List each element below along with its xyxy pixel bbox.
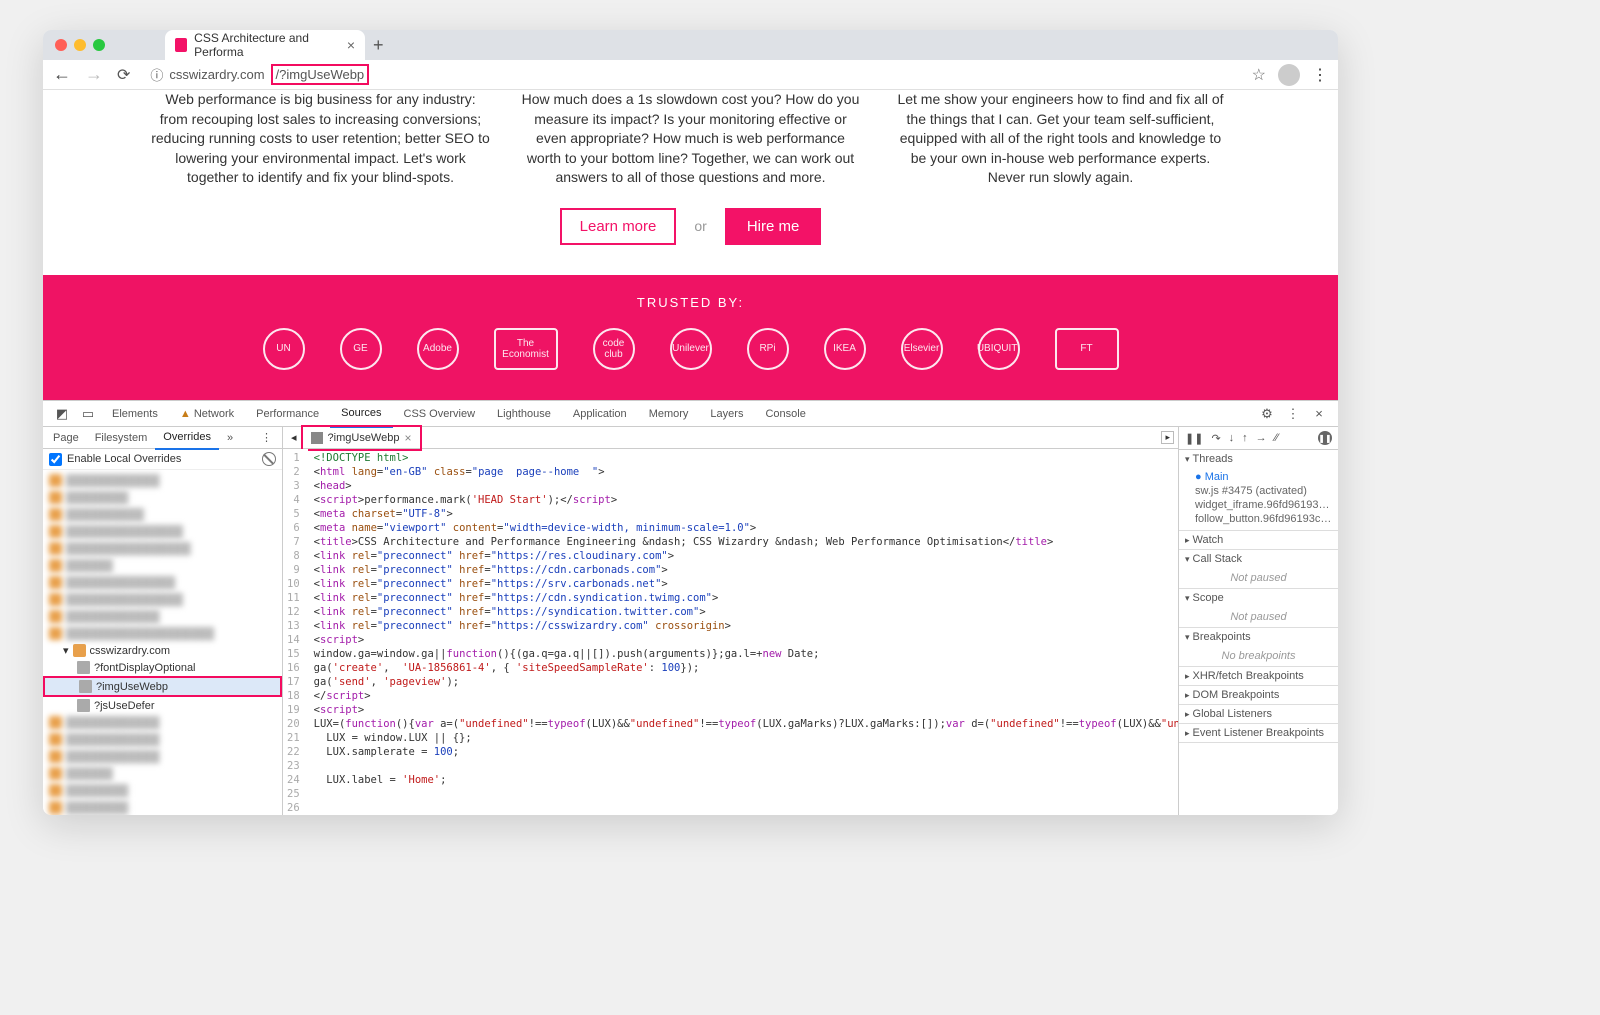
breakpoints-header[interactable]: Breakpoints <box>1179 628 1338 646</box>
scope-header[interactable]: Scope <box>1179 589 1338 607</box>
new-tab-button[interactable]: + <box>373 35 384 56</box>
tree-file-selected[interactable]: ?imgUseWebp <box>43 676 282 697</box>
file-tree[interactable]: ████████████ ████████ ██████████ ███████… <box>43 470 282 815</box>
browser-window: CSS Architecture and Performa × + ← → ⟳ … <box>43 30 1338 815</box>
tab-console[interactable]: Console <box>754 401 816 427</box>
globals-header[interactable]: Global Listeners <box>1179 705 1338 723</box>
debugger-pane: ❚❚ ↷ ↓ ↑ → ⁄⁄ ❚❚ Threads ● Main sw.js #3… <box>1178 427 1338 815</box>
threads-header[interactable]: Threads <box>1179 450 1338 468</box>
xhr-header[interactable]: XHR/fetch Breakpoints <box>1179 667 1338 685</box>
logo: RPi <box>747 328 789 370</box>
logo: Unilever <box>670 328 712 370</box>
logo: Adobe <box>417 328 459 370</box>
inspect-icon[interactable]: ◩ <box>49 406 75 422</box>
tree-folder[interactable]: ▾ csswizardry.com <box>43 642 282 659</box>
subtab-filesystem[interactable]: Filesystem <box>87 427 156 449</box>
evlisteners-header[interactable]: Event Listener Breakpoints <box>1179 724 1338 742</box>
deactivate-icon[interactable]: ⁄⁄ <box>1275 432 1279 444</box>
reload-button[interactable]: ⟳ <box>117 65 130 85</box>
learn-more-button[interactable]: Learn more <box>560 208 677 245</box>
trusted-heading: TRUSTED BY: <box>43 295 1338 310</box>
profile-avatar[interactable] <box>1278 64 1300 86</box>
step-over-icon[interactable]: ↷ <box>1211 432 1220 445</box>
step-out-icon[interactable]: ↑ <box>1242 432 1248 444</box>
tab-elements[interactable]: Elements <box>101 401 169 427</box>
tab-title: CSS Architecture and Performa <box>194 31 340 59</box>
logo: UN <box>263 328 305 370</box>
toolbar: ← → ⟳ ⓘ csswizardry.com /?imgUseWebp ☆ ⋮ <box>43 60 1338 90</box>
debug-controls: ❚❚ ↷ ↓ ↑ → ⁄⁄ ❚❚ <box>1179 427 1338 450</box>
pause-icon[interactable]: ❚❚ <box>1185 432 1203 445</box>
tab-performance[interactable]: Performance <box>245 401 330 427</box>
close-tab-icon[interactable]: × <box>347 37 355 53</box>
nav-more-icon[interactable]: ⋮ <box>253 427 280 449</box>
step-into-icon[interactable]: ↓ <box>1229 432 1235 444</box>
callstack-header[interactable]: Call Stack <box>1179 550 1338 568</box>
subtab-overrides[interactable]: Overrides <box>155 426 219 450</box>
subtab-more[interactable]: » <box>219 427 241 449</box>
window-controls[interactable] <box>55 39 105 51</box>
url-host: csswizardry.com <box>169 67 264 82</box>
close-editor-tab-icon[interactable]: × <box>404 427 411 449</box>
logo: FT <box>1055 328 1119 370</box>
logo-row: UN GE Adobe The Economist code club Unil… <box>43 328 1338 370</box>
or-label: or <box>694 218 706 234</box>
devtools-tabs: ◩ ▭ Elements ▲ Network Performance Sourc… <box>43 401 1338 427</box>
tab-sources[interactable]: Sources <box>330 400 392 428</box>
watch-header[interactable]: Watch <box>1179 531 1338 549</box>
editor-tab-title: ?imgUseWebp <box>328 427 400 449</box>
tab-memory[interactable]: Memory <box>638 401 700 427</box>
page-content: Web performance is big business for any … <box>43 90 1338 400</box>
enable-overrides-label: Enable Local Overrides <box>67 453 181 465</box>
overrides-options: Enable Local Overrides <box>43 449 282 470</box>
prev-tab-icon[interactable]: ◂ <box>287 431 301 444</box>
tree-file[interactable]: ?jsUseDefer <box>43 697 282 714</box>
forward-button[interactable]: → <box>85 64 105 85</box>
site-info-icon[interactable]: ⓘ <box>150 65 163 84</box>
tab-css-overview[interactable]: CSS Overview <box>393 401 487 427</box>
subtab-page[interactable]: Page <box>45 427 87 449</box>
tab-network[interactable]: ▲ Network <box>169 401 245 427</box>
marketing-col-2: How much does a 1s slowdown cost you? Ho… <box>521 90 861 188</box>
devtools: ◩ ▭ Elements ▲ Network Performance Sourc… <box>43 400 1338 815</box>
clear-icon[interactable] <box>262 452 276 466</box>
logo: code club <box>593 328 635 370</box>
pause-on-exceptions-icon[interactable]: ❚❚ <box>1318 431 1332 445</box>
tab-application[interactable]: Application <box>562 401 638 427</box>
favicon <box>175 38 187 52</box>
url-query-highlight: /?imgUseWebp <box>271 64 370 85</box>
close-devtools-icon[interactable]: × <box>1306 406 1332 421</box>
browser-tab[interactable]: CSS Architecture and Performa × <box>165 30 365 60</box>
logo: UBIQUITI <box>978 328 1020 370</box>
hire-me-button[interactable]: Hire me <box>725 208 822 245</box>
toggle-icon[interactable]: ▸ <box>1161 431 1174 444</box>
device-toggle-icon[interactable]: ▭ <box>75 406 101 422</box>
tab-layers[interactable]: Layers <box>699 401 754 427</box>
dom-header[interactable]: DOM Breakpoints <box>1179 686 1338 704</box>
tab-lighthouse[interactable]: Lighthouse <box>486 401 562 427</box>
tab-strip: CSS Architecture and Performa × + <box>43 30 1338 60</box>
enable-overrides-checkbox[interactable] <box>49 453 62 466</box>
marketing-col-1: Web performance is big business for any … <box>151 90 491 188</box>
logo: The Economist <box>494 328 558 370</box>
editor-tab[interactable]: ?imgUseWebp × <box>301 425 422 451</box>
address-bar[interactable]: ⓘ csswizardry.com /?imgUseWebp <box>142 60 1239 89</box>
editor-pane: ◂ ?imgUseWebp × ▸ 1234567891011121314151… <box>283 427 1178 815</box>
marketing-col-3: Let me show your engineers how to find a… <box>891 90 1231 188</box>
back-button[interactable]: ← <box>53 64 73 85</box>
more-icon[interactable]: ⋮ <box>1280 406 1306 422</box>
tree-file[interactable]: ?fontDisplayOptional <box>43 659 282 676</box>
trusted-section: TRUSTED BY: UN GE Adobe The Economist co… <box>43 275 1338 400</box>
code-editor[interactable]: 1234567891011121314151617181920212223242… <box>283 449 1178 815</box>
logo: Elsevier <box>901 328 943 370</box>
logo: IKEA <box>824 328 866 370</box>
logo: GE <box>340 328 382 370</box>
menu-icon[interactable]: ⋮ <box>1312 65 1328 85</box>
step-icon[interactable]: → <box>1256 432 1267 444</box>
settings-icon[interactable]: ⚙ <box>1254 406 1280 422</box>
file-icon <box>311 432 323 444</box>
bookmark-icon[interactable]: ☆ <box>1252 65 1266 85</box>
navigator-pane: Page Filesystem Overrides » ⋮ Enable Loc… <box>43 427 283 815</box>
